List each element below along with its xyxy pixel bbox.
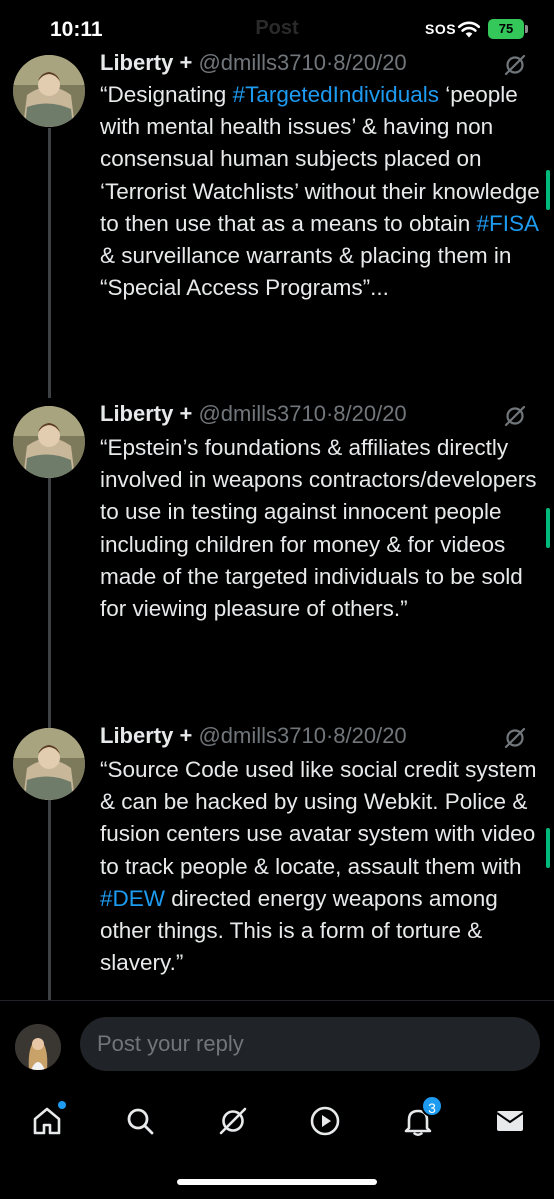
scroll-indicator <box>546 508 550 548</box>
video-icon <box>310 1106 340 1136</box>
tweet-text-segment: “Designating <box>100 82 233 107</box>
avatar[interactable] <box>13 406 85 478</box>
thread: Liberty + @dmills3710·8/20/20 “Designati… <box>0 0 554 1000</box>
tweet-text-segment: “Epstein’s foundations & affiliates dire… <box>100 435 537 622</box>
wifi-icon <box>457 21 481 38</box>
user-avatar[interactable] <box>15 1024 61 1070</box>
avatar[interactable] <box>13 55 85 127</box>
tweet-header: Liberty + @dmills3710·8/20/20 <box>100 720 407 752</box>
messages-icon <box>496 1111 524 1131</box>
nav-notifications[interactable]: 3 <box>393 1095 443 1143</box>
tweet-text: “Designating #TargetedIndividuals ‘peopl… <box>100 79 540 304</box>
thread-connector <box>48 128 51 398</box>
thread-connector <box>48 474 51 728</box>
reply-input[interactable] <box>80 1017 540 1071</box>
nav-video[interactable] <box>300 1099 350 1143</box>
reply-bar <box>0 1000 554 1082</box>
home-indicator <box>177 1179 377 1185</box>
grok-icon <box>219 1107 247 1135</box>
scroll-indicator <box>546 828 550 868</box>
tweet-text-segment: “Source Code used like social credit sys… <box>100 757 537 879</box>
post-date[interactable]: 8/20/20 <box>333 723 406 748</box>
thread-connector <box>48 796 51 1000</box>
hashtag-link[interactable]: #TargetedIndividuals <box>233 82 439 107</box>
tweet-text: “Epstein’s foundations & affiliates dire… <box>100 432 540 625</box>
tweet-text: “Source Code used like social credit sys… <box>100 754 540 979</box>
bottom-nav: 3 <box>0 1082 554 1199</box>
avatar-image <box>13 406 85 478</box>
avatar-image <box>13 55 85 127</box>
nav-messages[interactable] <box>485 1099 535 1143</box>
author-name[interactable]: Liberty + <box>100 723 192 748</box>
battery-indicator: 75 <box>488 19 528 39</box>
nav-home[interactable] <box>22 1099 72 1143</box>
nav-grok[interactable] <box>208 1099 258 1143</box>
avatar-image <box>13 728 85 800</box>
status-time: 10:11 <box>50 18 103 41</box>
tweet-header: Liberty + @dmills3710·8/20/20 <box>100 398 407 430</box>
hashtag-link[interactable]: #FISA <box>477 211 538 236</box>
grok-icon[interactable] <box>503 404 527 428</box>
new-posts-dot <box>58 1101 66 1109</box>
nav-search[interactable] <box>115 1099 165 1143</box>
scroll-indicator <box>546 170 550 210</box>
author-handle[interactable]: @dmills3710 <box>198 401 326 426</box>
avatar[interactable] <box>13 728 85 800</box>
carrier-status: SOS <box>425 21 457 37</box>
hashtag-link[interactable]: #DEW <box>100 886 165 911</box>
author-handle[interactable]: @dmills3710 <box>198 723 326 748</box>
author-name[interactable]: Liberty + <box>100 401 192 426</box>
home-icon <box>33 1107 61 1135</box>
search-icon <box>127 1108 154 1135</box>
tweet-text-segment: & surveillance warrants & placing them i… <box>100 243 512 301</box>
grok-icon[interactable] <box>503 726 527 750</box>
status-bar: Post 10:11 SOS 75 <box>0 0 554 58</box>
user-avatar-image <box>15 1024 61 1070</box>
post-date[interactable]: 8/20/20 <box>333 401 406 426</box>
notification-count-badge: 3 <box>421 1095 443 1117</box>
